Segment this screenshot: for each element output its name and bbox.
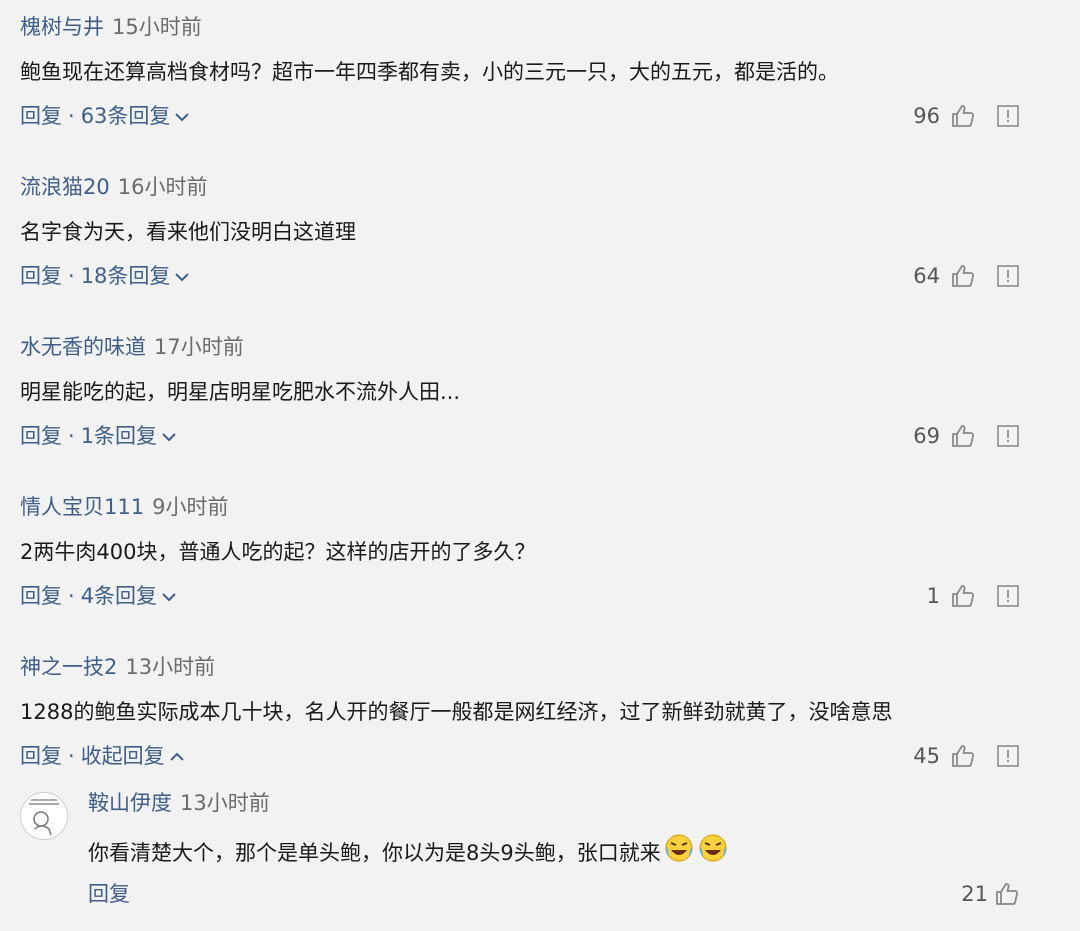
comment-item: 神之一技2 13小时前 1288的鲍鱼实际成本几十块，名人开的餐厅一般都是网红经济… [0, 640, 1080, 800]
comment-username[interactable]: 槐树与井 [20, 15, 104, 39]
report-icon[interactable] [996, 104, 1020, 128]
report-icon[interactable] [996, 264, 1020, 288]
comment-time: 9小时前 [152, 495, 229, 519]
separator-dot: · [68, 744, 75, 768]
comment-username[interactable]: 情人宝贝111 [20, 495, 144, 519]
reply-button[interactable]: 回复 [20, 420, 62, 452]
separator-dot: · [68, 104, 75, 128]
report-icon[interactable] [996, 584, 1020, 608]
thumbs-up-icon[interactable] [950, 103, 976, 129]
crying-laughing-emoji-icon [697, 832, 729, 874]
thumbs-up-icon[interactable] [994, 881, 1020, 907]
comment-item: 水无香的味道 17小时前 明星能吃的起，明星店明星吃肥水不流外人田... 回复 ·… [0, 320, 1080, 480]
comment-text: 鲍鱼现在还算高档食材吗？超市一年四季都有卖，小的三元一只，大的五元，都是活的。 [20, 60, 839, 84]
like-count: 1 [926, 584, 940, 608]
thumbs-up-icon[interactable] [950, 423, 976, 449]
sub-reply-text: 你看清楚大个，那个是单头鲍，你以为是8头9头鲍，张口就来 [88, 841, 661, 865]
comment-meta: 神之一技2 13小时前 [20, 652, 215, 682]
like-count: 69 [913, 424, 940, 448]
comment-meta: 槐树与井 15小时前 [20, 12, 202, 42]
comment-right-actions: 64 [913, 260, 1020, 292]
sub-reply-username[interactable]: 鞍山伊度 [88, 791, 172, 815]
reply-button[interactable]: 回复 [20, 100, 62, 132]
sub-reply-body: 你看清楚大个，那个是单头鲍，你以为是8头9头鲍，张口就来 [88, 832, 729, 874]
comment-meta: 流浪猫20 16小时前 [20, 172, 207, 202]
comment-time: 17小时前 [154, 335, 244, 359]
comment-item: 情人宝贝111 9小时前 2两牛肉400块，普通人吃的起？这样的店开的了多久？ 回… [0, 480, 1080, 640]
like-count: 64 [913, 264, 940, 288]
comment-time: 13小时前 [125, 655, 216, 679]
reply-button[interactable]: 回复 [88, 882, 130, 906]
view-replies-button[interactable]: 1条回复 [81, 420, 157, 452]
sub-reply-item: 鞍山伊度 13小时前 你看清楚大个，那个是单头鲍，你以为是8头9头鲍，张口就来 回… [0, 780, 1080, 931]
view-replies-button[interactable]: 63条回复 [81, 100, 171, 132]
separator-dot: · [68, 584, 75, 608]
comment-right-actions: 45 [913, 740, 1020, 772]
comment-right-actions: 1 [927, 580, 1020, 612]
reply-button[interactable]: 回复 [20, 580, 62, 612]
chevron-down-icon[interactable] [161, 420, 177, 452]
thumbs-up-icon[interactable] [950, 583, 976, 609]
comment-actions: 回复 · 收起回复 [20, 740, 185, 772]
comment-item: 流浪猫20 16小时前 名字食为天，看来他们没明白这道理 回复 · 18条回复 6… [0, 160, 1080, 320]
like-count: 45 [913, 744, 940, 768]
comment-text: 名字食为天，看来他们没明白这道理 [20, 220, 356, 244]
report-icon[interactable] [996, 744, 1020, 768]
thumbs-up-icon[interactable] [950, 743, 976, 769]
comment-text: 明星能吃的起，明星店明星吃肥水不流外人田... [20, 380, 461, 404]
comment-right-actions: 96 [913, 100, 1020, 132]
comment-actions: 回复 · 18条回复 [20, 260, 190, 292]
sub-reply-right-actions: 21 [961, 878, 1020, 910]
comment-actions: 回复 · 63条回复 [20, 100, 190, 132]
comment-right-actions: 69 [913, 420, 1020, 452]
comment-username[interactable]: 流浪猫20 [20, 175, 110, 199]
view-replies-button[interactable]: 18条回复 [81, 260, 171, 292]
sub-reply-time: 13小时前 [180, 791, 270, 815]
reply-button[interactable]: 回复 [20, 260, 62, 292]
comment-meta: 情人宝贝111 9小时前 [20, 492, 228, 522]
chevron-down-icon[interactable] [161, 580, 177, 612]
thumbs-up-icon[interactable] [950, 263, 976, 289]
avatar[interactable] [20, 792, 68, 840]
view-replies-button[interactable]: 4条回复 [81, 580, 157, 612]
comment-username[interactable]: 神之一技2 [20, 655, 117, 679]
comment-time: 16小时前 [117, 175, 208, 199]
chevron-down-icon[interactable] [174, 260, 190, 292]
comment-meta: 水无香的味道 17小时前 [20, 332, 244, 362]
comment-actions: 回复 · 4条回复 [20, 580, 177, 612]
sub-reply-actions: 回复 [88, 878, 130, 910]
separator-dot: · [68, 424, 75, 448]
report-icon[interactable] [996, 424, 1020, 448]
comment-actions: 回复 · 1条回复 [20, 420, 177, 452]
comment-username[interactable]: 水无香的味道 [20, 335, 146, 359]
comment-text: 2两牛肉400块，普通人吃的起？这样的店开的了多久？ [20, 540, 536, 564]
collapse-replies-button[interactable]: 收起回复 [81, 740, 165, 772]
crying-laughing-emoji-icon [663, 832, 695, 874]
sub-reply-meta: 鞍山伊度 13小时前 [88, 788, 270, 818]
like-count: 21 [961, 882, 988, 906]
chevron-down-icon[interactable] [174, 100, 190, 132]
comment-time: 15小时前 [112, 15, 202, 39]
like-count: 96 [913, 104, 940, 128]
reply-button[interactable]: 回复 [20, 740, 62, 772]
separator-dot: · [68, 264, 75, 288]
comment-text: 1288的鲍鱼实际成本几十块，名人开的餐厅一般都是网红经济，过了新鲜劲就黄了，没… [20, 700, 893, 724]
comment-item: 槐树与井 15小时前 鲍鱼现在还算高档食材吗？超市一年四季都有卖，小的三元一只，大… [0, 0, 1080, 160]
chevron-up-icon[interactable] [169, 740, 185, 772]
